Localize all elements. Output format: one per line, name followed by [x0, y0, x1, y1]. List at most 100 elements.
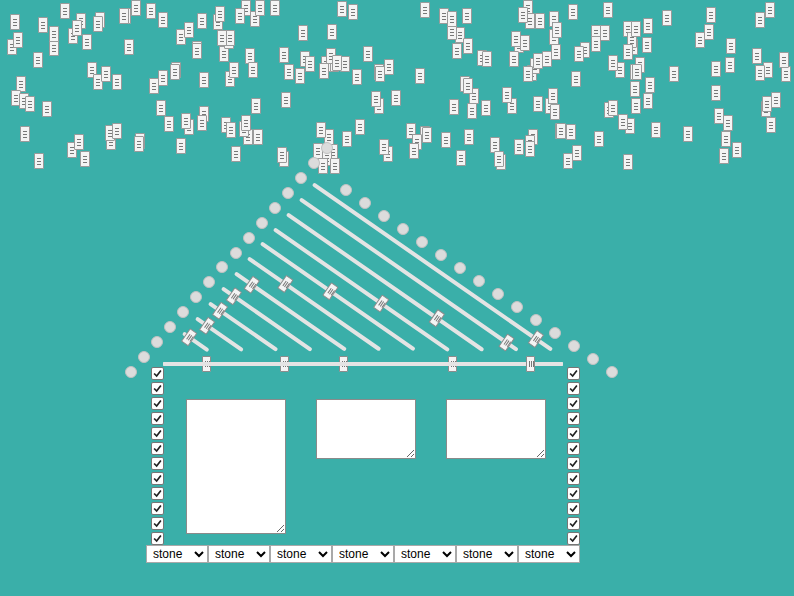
- wall-checkbox[interactable]: [567, 472, 580, 485]
- roof-radio[interactable]: [549, 327, 561, 339]
- wall-checkbox[interactable]: [567, 442, 580, 455]
- slider-thumb[interactable]: [322, 282, 339, 300]
- roof-radio[interactable]: [587, 353, 599, 365]
- rafter-slider[interactable]: [299, 197, 519, 351]
- roof-radio[interactable]: [164, 321, 176, 333]
- wall-checkbox[interactable]: [151, 382, 164, 395]
- beam-slider[interactable]: [163, 362, 563, 366]
- wall-checkbox[interactable]: [567, 502, 580, 515]
- roof-radio[interactable]: [269, 202, 281, 214]
- slider-thumb[interactable]: [212, 301, 229, 319]
- wall-checkbox[interactable]: [151, 367, 164, 380]
- wall-checkbox[interactable]: [567, 517, 580, 530]
- wall-checkbox[interactable]: [151, 517, 164, 530]
- smoke-icon: [332, 55, 342, 71]
- roof-radio[interactable]: [203, 276, 215, 288]
- smoke-icon: [755, 12, 765, 28]
- wall-checkbox[interactable]: [567, 457, 580, 470]
- roof-radio[interactable]: [308, 157, 320, 169]
- slider-thumb[interactable]: [244, 276, 261, 294]
- roof-radio[interactable]: [492, 288, 504, 300]
- smoke-icon: [342, 131, 352, 147]
- wall-checkbox[interactable]: [567, 487, 580, 500]
- slider-thumb[interactable]: [429, 309, 446, 327]
- wall-checkbox[interactable]: [567, 397, 580, 410]
- rafter-slider[interactable]: [247, 257, 381, 352]
- smoke-icon: [645, 77, 655, 93]
- window-textarea[interactable]: [186, 399, 286, 534]
- roof-radio[interactable]: [473, 275, 485, 287]
- smoke-icon: [623, 44, 633, 60]
- smoke-icon: [34, 153, 44, 169]
- smoke-icon: [176, 138, 186, 154]
- roof-radio[interactable]: [321, 142, 333, 154]
- slider-thumb[interactable]: [277, 275, 294, 293]
- wall-checkbox[interactable]: [151, 457, 164, 470]
- roof-radio[interactable]: [282, 187, 294, 199]
- roof-radio[interactable]: [359, 197, 371, 209]
- smoke-icon: [711, 61, 721, 77]
- roof-radio[interactable]: [340, 184, 352, 196]
- roof-radio[interactable]: [243, 232, 255, 244]
- wall-checkbox[interactable]: [151, 397, 164, 410]
- roof-radio[interactable]: [216, 261, 228, 273]
- slider-thumb[interactable]: [226, 287, 243, 305]
- roof-radio[interactable]: [177, 306, 189, 318]
- smoke-icon: [591, 36, 601, 52]
- smoke-icon: [241, 115, 251, 131]
- roof-radio[interactable]: [256, 217, 268, 229]
- roof-radio[interactable]: [568, 340, 580, 352]
- wall-checkbox[interactable]: [151, 532, 164, 545]
- smoke-icon: [33, 52, 43, 68]
- wall-checkbox[interactable]: [567, 532, 580, 545]
- slider-thumb[interactable]: [373, 294, 390, 312]
- smoke-icon: [295, 68, 305, 84]
- foundation-select[interactable]: stone: [456, 545, 518, 563]
- roof-radio[interactable]: [397, 223, 409, 235]
- roof-radio[interactable]: [230, 247, 242, 259]
- foundation-select[interactable]: stone: [518, 545, 580, 563]
- roof-radio[interactable]: [295, 172, 307, 184]
- roof-radio[interactable]: [416, 236, 428, 248]
- roof-radio[interactable]: [190, 291, 202, 303]
- smoke-icon: [662, 10, 672, 26]
- smoke-icon: [464, 129, 474, 145]
- slider-thumb[interactable]: [526, 356, 535, 372]
- wall-checkbox[interactable]: [567, 412, 580, 425]
- wall-checkbox[interactable]: [151, 502, 164, 515]
- rafter-slider[interactable]: [208, 301, 278, 351]
- roof-radio[interactable]: [378, 210, 390, 222]
- smoke-icon: [669, 66, 679, 82]
- roof-radio[interactable]: [530, 314, 542, 326]
- roof-radio[interactable]: [454, 262, 466, 274]
- foundation-select[interactable]: stone: [270, 545, 332, 563]
- roof-radio[interactable]: [151, 336, 163, 348]
- wall-checkbox[interactable]: [151, 487, 164, 500]
- wall-checkbox[interactable]: [567, 367, 580, 380]
- roof-radio[interactable]: [511, 301, 523, 313]
- wall-checkbox[interactable]: [151, 472, 164, 485]
- smoke-icon: [779, 52, 789, 68]
- slider-thumb[interactable]: [181, 328, 198, 346]
- wall-checkbox[interactable]: [151, 442, 164, 455]
- roof-radio[interactable]: [125, 366, 137, 378]
- slider-thumb[interactable]: [199, 316, 216, 334]
- slider-thumb[interactable]: [528, 330, 545, 348]
- smoke-icon: [643, 18, 653, 34]
- foundation-select[interactable]: stone: [208, 545, 270, 563]
- wall-checkbox[interactable]: [151, 427, 164, 440]
- wall-checkbox[interactable]: [567, 382, 580, 395]
- foundation-select[interactable]: stone: [394, 545, 456, 563]
- roof-radio[interactable]: [435, 249, 447, 261]
- roof-radio[interactable]: [138, 351, 150, 363]
- smoke-icon: [600, 25, 610, 41]
- rafter-slider[interactable]: [260, 242, 416, 352]
- roof-radio[interactable]: [606, 366, 618, 378]
- slider-thumb[interactable]: [498, 333, 515, 351]
- wall-checkbox[interactable]: [151, 412, 164, 425]
- window-textarea[interactable]: [316, 399, 416, 459]
- window-textarea[interactable]: [446, 399, 546, 459]
- wall-checkbox[interactable]: [567, 427, 580, 440]
- foundation-select[interactable]: stone: [332, 545, 394, 563]
- foundation-select[interactable]: stone: [146, 545, 208, 563]
